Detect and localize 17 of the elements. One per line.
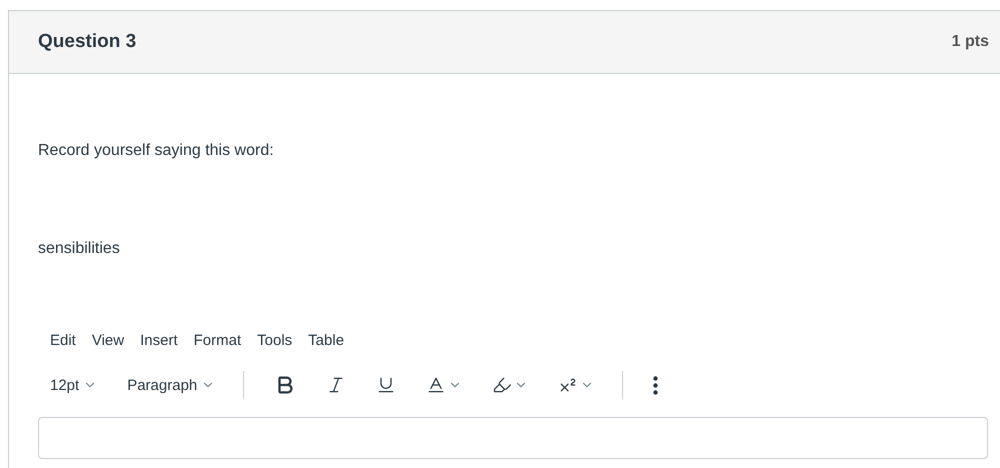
question-text: Record yourself saying this word: — [38, 142, 275, 160]
block-format-dropdown[interactable]: Paragraph — [121, 372, 222, 398]
menu-item[interactable]: Insert — [134, 328, 184, 353]
editor-field[interactable] — [38, 417, 988, 459]
text-color-icon — [426, 375, 446, 395]
more-icon — [653, 376, 658, 394]
menu-item[interactable]: Tools — [251, 328, 298, 353]
menu-item[interactable]: Format — [188, 328, 248, 353]
highlighter-icon — [492, 375, 512, 395]
menu-item[interactable]: View — [86, 328, 130, 353]
font-size-dropdown[interactable]: 12pt — [44, 372, 104, 398]
question-points: 1 pts — [952, 33, 989, 51]
menu-item[interactable]: Table — [302, 328, 350, 353]
underline-icon — [376, 375, 396, 395]
question-text: sensibilities — [38, 240, 121, 258]
question-title: Question 3 — [38, 31, 136, 53]
menu-item[interactable]: Edit — [44, 328, 82, 353]
